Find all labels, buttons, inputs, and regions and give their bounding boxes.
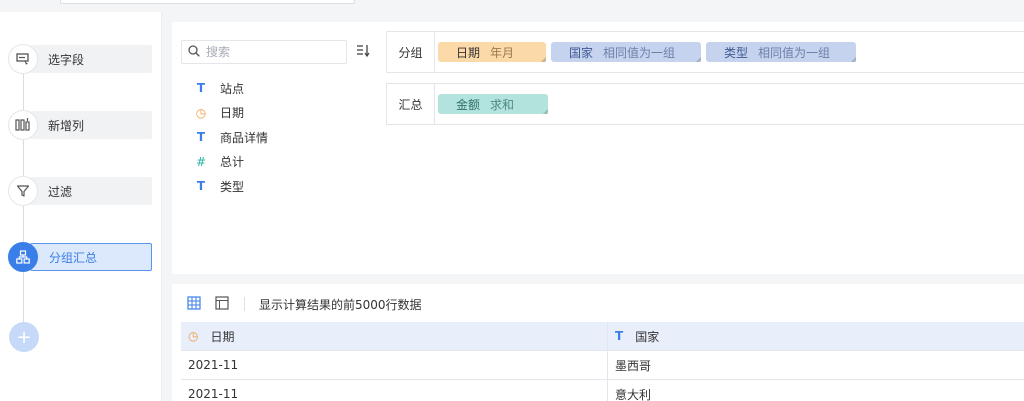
table-cell: 2021-11 — [181, 380, 608, 401]
step-group-summary[interactable]: 分组汇总 — [8, 242, 152, 272]
text-type-icon: T — [196, 81, 206, 96]
step-add-column[interactable]: 新增列 — [8, 110, 152, 140]
step-filter[interactable]: 过滤 — [8, 176, 152, 206]
field-item[interactable]: # 总计 — [194, 150, 268, 175]
field-list: T 站点 ◷ 日期 T 商品详情 # 总计 T 类型 — [194, 76, 268, 199]
table-view-button[interactable] — [186, 295, 202, 313]
step-label: 新增列 — [30, 111, 152, 139]
sort-fields-button[interactable] — [354, 40, 374, 64]
step-select-field[interactable]: 选字段 — [8, 44, 152, 74]
field-item[interactable]: T 商品详情 — [194, 125, 268, 150]
group-drop-zone[interactable]: 分组 日期 年月 国家 相同值为一组 类型 相同值为一组 — [386, 31, 1024, 73]
number-type-icon: # — [195, 154, 207, 169]
field-name: 总计 — [220, 155, 245, 170]
field-search-box[interactable] — [181, 40, 347, 64]
top-search-input[interactable] — [60, 0, 355, 4]
summary-zone-label: 汇总 — [387, 84, 435, 124]
step-label: 过滤 — [30, 177, 152, 205]
date-type-icon: ◷ — [188, 329, 199, 343]
column-header-country[interactable]: T 国家 — [608, 322, 1024, 350]
table-cell: 2021-11 — [181, 351, 608, 379]
group-tag-country[interactable]: 国家 相同值为一组 — [551, 42, 701, 62]
table-row: 2021-11 意大利 — [181, 380, 1024, 401]
grid-icon — [187, 295, 201, 313]
result-toolbar: 显示计算结果的前5000行数据 — [186, 294, 422, 314]
text-type-icon: T — [196, 130, 206, 145]
add-column-icon — [8, 110, 38, 140]
layout-view-button[interactable] — [214, 295, 230, 313]
field-item[interactable]: T 站点 — [194, 76, 268, 101]
date-type-icon: ◷ — [195, 105, 207, 120]
summary-tag-amount[interactable]: 金额 求和 — [438, 94, 548, 114]
toolbar-divider — [244, 297, 245, 311]
table-cell: 意大利 — [615, 387, 652, 401]
field-name: 日期 — [220, 106, 245, 121]
config-panel: T 站点 ◷ 日期 T 商品详情 # 总计 T 类型 分组 日期 年月 国家 — [172, 22, 1024, 274]
text-type-icon: T — [196, 179, 206, 194]
step-label: 选字段 — [30, 45, 152, 73]
table-row: 2021-11 墨西哥 — [181, 351, 1024, 380]
column-header-date[interactable]: ◷ 日期 — [181, 322, 608, 350]
summary-drop-zone[interactable]: 汇总 金额 求和 — [386, 83, 1024, 125]
table-cell: 墨西哥 — [615, 358, 652, 373]
group-zone-label: 分组 — [387, 32, 435, 72]
table-header-row: ◷ 日期 T 国家 — [181, 322, 1024, 351]
filter-icon — [8, 176, 38, 206]
field-item[interactable]: ◷ 日期 — [194, 101, 268, 126]
result-table: ◷ 日期 T 国家 2021-11 墨西哥 2021-11 意大利 — [181, 322, 1024, 401]
search-icon — [188, 44, 200, 60]
layout-icon — [215, 295, 229, 313]
text-type-icon: T — [615, 329, 624, 343]
sort-icon — [356, 44, 372, 61]
result-row-hint: 显示计算结果的前5000行数据 — [259, 297, 422, 312]
select-field-icon — [8, 44, 38, 74]
field-name: 商品详情 — [220, 130, 269, 145]
step-label: 分组汇总 — [30, 243, 152, 271]
field-item[interactable]: T 类型 — [194, 174, 268, 199]
step-rail: 选字段 新增列 过滤 分组汇总 + — [0, 12, 162, 401]
field-name: 类型 — [220, 179, 245, 194]
plus-icon: + — [16, 326, 32, 348]
add-step-button[interactable]: + — [9, 322, 39, 352]
result-panel: 显示计算结果的前5000行数据 ◷ 日期 T 国家 2021-11 墨西哥 20… — [172, 284, 1024, 401]
group-summary-icon — [8, 242, 38, 272]
group-tag-date[interactable]: 日期 年月 — [438, 42, 546, 62]
field-search-input[interactable] — [206, 45, 336, 59]
field-name: 站点 — [220, 81, 245, 96]
group-tag-type[interactable]: 类型 相同值为一组 — [706, 42, 856, 62]
